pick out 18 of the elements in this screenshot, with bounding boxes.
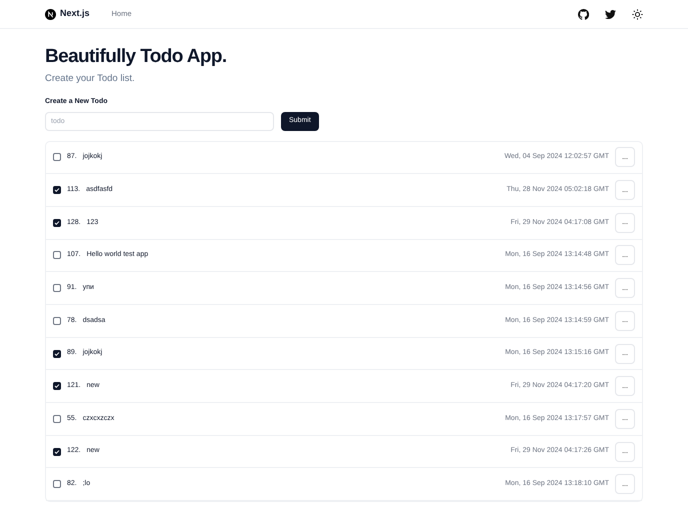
checkbox[interactable] xyxy=(53,186,61,194)
github-icon[interactable] xyxy=(578,8,589,20)
checkbox[interactable] xyxy=(53,316,61,325)
checkbox[interactable] xyxy=(53,382,61,390)
sun-icon[interactable] xyxy=(632,8,643,20)
page-subtitle: Create your Todo list. xyxy=(45,72,136,86)
bird-icon[interactable] xyxy=(605,8,616,20)
checkbox[interactable] xyxy=(53,218,61,227)
checkbox[interactable] xyxy=(53,480,61,488)
brand-name[interactable]: Next.js xyxy=(60,7,90,21)
checkbox[interactable] xyxy=(53,350,61,358)
logo-icon xyxy=(45,8,56,20)
checkbox[interactable] xyxy=(53,448,61,456)
checkbox[interactable] xyxy=(53,284,61,292)
checkbox[interactable] xyxy=(53,153,61,162)
checkbox[interactable] xyxy=(53,414,61,423)
checkbox[interactable] xyxy=(53,251,61,260)
page-title: Beautifully Todo App. xyxy=(45,46,228,69)
